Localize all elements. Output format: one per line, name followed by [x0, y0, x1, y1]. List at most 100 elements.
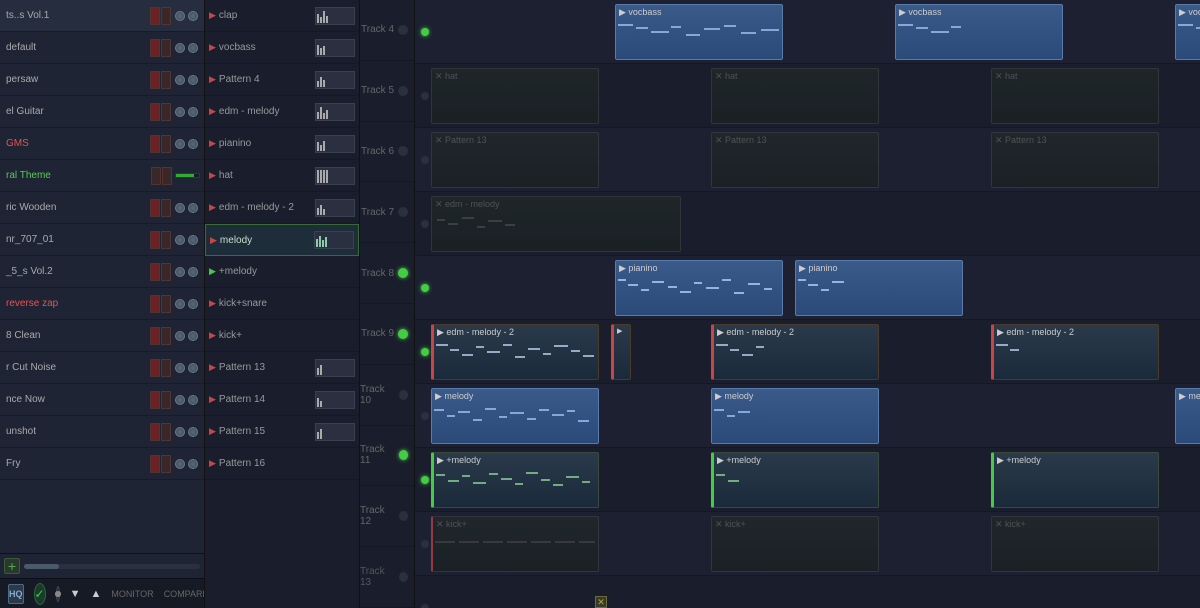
clip[interactable]: ▶	[611, 324, 631, 380]
ch-btn[interactable]	[150, 455, 160, 473]
clip[interactable]: ▶ pianino	[795, 260, 963, 316]
clip[interactable]: ▶ melody	[1175, 388, 1200, 444]
instrument-row[interactable]: _5_s Vol.2	[0, 256, 204, 288]
clip[interactable]: ▶ melody	[711, 388, 879, 444]
knob[interactable]	[175, 75, 185, 85]
clip-muted[interactable]: ✕ hat	[991, 68, 1159, 124]
instrument-row[interactable]: default	[0, 32, 204, 64]
pattern-row[interactable]: ▶ edm - melody - 2	[205, 192, 359, 224]
knob[interactable]	[188, 459, 198, 469]
knob[interactable]	[188, 363, 198, 373]
ch-btn[interactable]	[150, 263, 160, 281]
ch-btn[interactable]	[161, 7, 171, 25]
pattern-row[interactable]: ▶ edm - melody	[205, 96, 359, 128]
knob[interactable]	[188, 203, 198, 213]
ch-btn[interactable]	[150, 423, 160, 441]
instrument-row[interactable]: reverse zap	[0, 288, 204, 320]
pattern-row[interactable]: ▶ pianino	[205, 128, 359, 160]
knob[interactable]	[188, 43, 198, 53]
clip-muted[interactable]: ✕ kick+	[711, 516, 879, 572]
knob[interactable]	[188, 299, 198, 309]
ch-btn[interactable]	[150, 391, 160, 409]
pattern-row[interactable]: ▶ +melody	[205, 256, 359, 288]
clip[interactable]: ▶ melody	[431, 388, 599, 444]
pattern-row[interactable]: ▶ Pattern 15	[205, 416, 359, 448]
instrument-row[interactable]: ric Wooden	[0, 192, 204, 224]
clip[interactable]: ▶ pianino	[615, 260, 783, 316]
clip-muted[interactable]: ✕ Pattern 13	[711, 132, 879, 188]
instrument-row[interactable]: 8 Clean	[0, 320, 204, 352]
ch-btn[interactable]	[150, 39, 160, 57]
clip-muted[interactable]: ✕ edm - melody	[431, 196, 681, 252]
pattern-row[interactable]: ▶ hat	[205, 160, 359, 192]
knob[interactable]	[188, 395, 198, 405]
knob[interactable]	[175, 43, 185, 53]
ch-btn[interactable]	[150, 71, 160, 89]
ch-btn[interactable]	[150, 327, 160, 345]
instrument-row[interactable]: r Cut Noise	[0, 352, 204, 384]
ch-btn[interactable]	[161, 39, 171, 57]
pattern-row[interactable]: ▶ Pattern 14	[205, 384, 359, 416]
ch-btn[interactable]	[150, 359, 160, 377]
ch-btn[interactable]	[161, 391, 171, 409]
ch-btn[interactable]	[161, 327, 171, 345]
clip-muted[interactable]: ✕ Pattern 13	[431, 132, 599, 188]
instrument-row[interactable]: Fry	[0, 448, 204, 480]
ch-btn[interactable]	[161, 423, 171, 441]
settings-button[interactable]	[56, 586, 60, 602]
knob[interactable]	[188, 427, 198, 437]
instrument-row[interactable]: ral Theme	[0, 160, 204, 192]
ch-btn[interactable]	[150, 135, 160, 153]
pattern-row-selected[interactable]: ▶ melody	[205, 224, 359, 256]
knob[interactable]	[175, 235, 185, 245]
ch-btn[interactable]	[150, 103, 160, 121]
knob[interactable]	[175, 107, 185, 117]
ch-btn[interactable]	[161, 359, 171, 377]
clip[interactable]: ▶ edm - melody - 2	[711, 324, 879, 380]
knob[interactable]	[175, 267, 185, 277]
ch-btn[interactable]	[161, 455, 171, 473]
knob[interactable]	[175, 331, 185, 341]
ch-btn[interactable]	[161, 71, 171, 89]
ch-btn[interactable]	[150, 295, 160, 313]
clip-muted[interactable]: ✕ kick+	[991, 516, 1159, 572]
knob[interactable]	[175, 363, 185, 373]
knob[interactable]	[175, 427, 185, 437]
ch-btn[interactable]	[161, 135, 171, 153]
instrument-row[interactable]: nce Now	[0, 384, 204, 416]
ch-btn[interactable]	[150, 7, 160, 25]
knob[interactable]	[175, 139, 185, 149]
knob[interactable]	[188, 331, 198, 341]
knob[interactable]	[175, 203, 185, 213]
scroll-bar[interactable]	[24, 564, 200, 569]
knob[interactable]	[188, 139, 198, 149]
ch-btn[interactable]	[161, 103, 171, 121]
ch-btn[interactable]	[151, 167, 161, 185]
knob[interactable]	[188, 75, 198, 85]
up-icon[interactable]: ▲	[90, 588, 101, 600]
pattern-row[interactable]: ▶ Pattern 13	[205, 352, 359, 384]
knob[interactable]	[188, 235, 198, 245]
clip[interactable]: ▶ vocbass	[895, 4, 1063, 60]
instrument-row[interactable]: nr_707_01	[0, 224, 204, 256]
knob[interactable]	[188, 267, 198, 277]
clip-muted[interactable]: ✕ Pattern 13	[991, 132, 1159, 188]
ch-btn[interactable]	[161, 295, 171, 313]
instrument-row[interactable]: unshot	[0, 416, 204, 448]
pattern-row[interactable]: ▶ Pattern 16	[205, 448, 359, 480]
clip[interactable]: ▶ edm - melody - 2	[991, 324, 1159, 380]
ch-btn[interactable]	[161, 263, 171, 281]
instrument-row[interactable]: el Guitar	[0, 96, 204, 128]
ch-btn[interactable]	[161, 199, 171, 217]
instrument-row[interactable]: GMS	[0, 128, 204, 160]
clip[interactable]: ▶ +melody	[991, 452, 1159, 508]
check-button[interactable]: ✓	[34, 583, 46, 605]
knob[interactable]	[175, 395, 185, 405]
ch-btn[interactable]	[150, 199, 160, 217]
ch-btn[interactable]	[162, 167, 172, 185]
clip[interactable]: ▶ vocbass	[615, 4, 783, 60]
clip[interactable]: ▶ edm - melody - 2	[431, 324, 599, 380]
add-instrument-button[interactable]: +	[4, 558, 20, 574]
hq-button[interactable]: HQ	[8, 584, 24, 604]
knob[interactable]	[188, 107, 198, 117]
